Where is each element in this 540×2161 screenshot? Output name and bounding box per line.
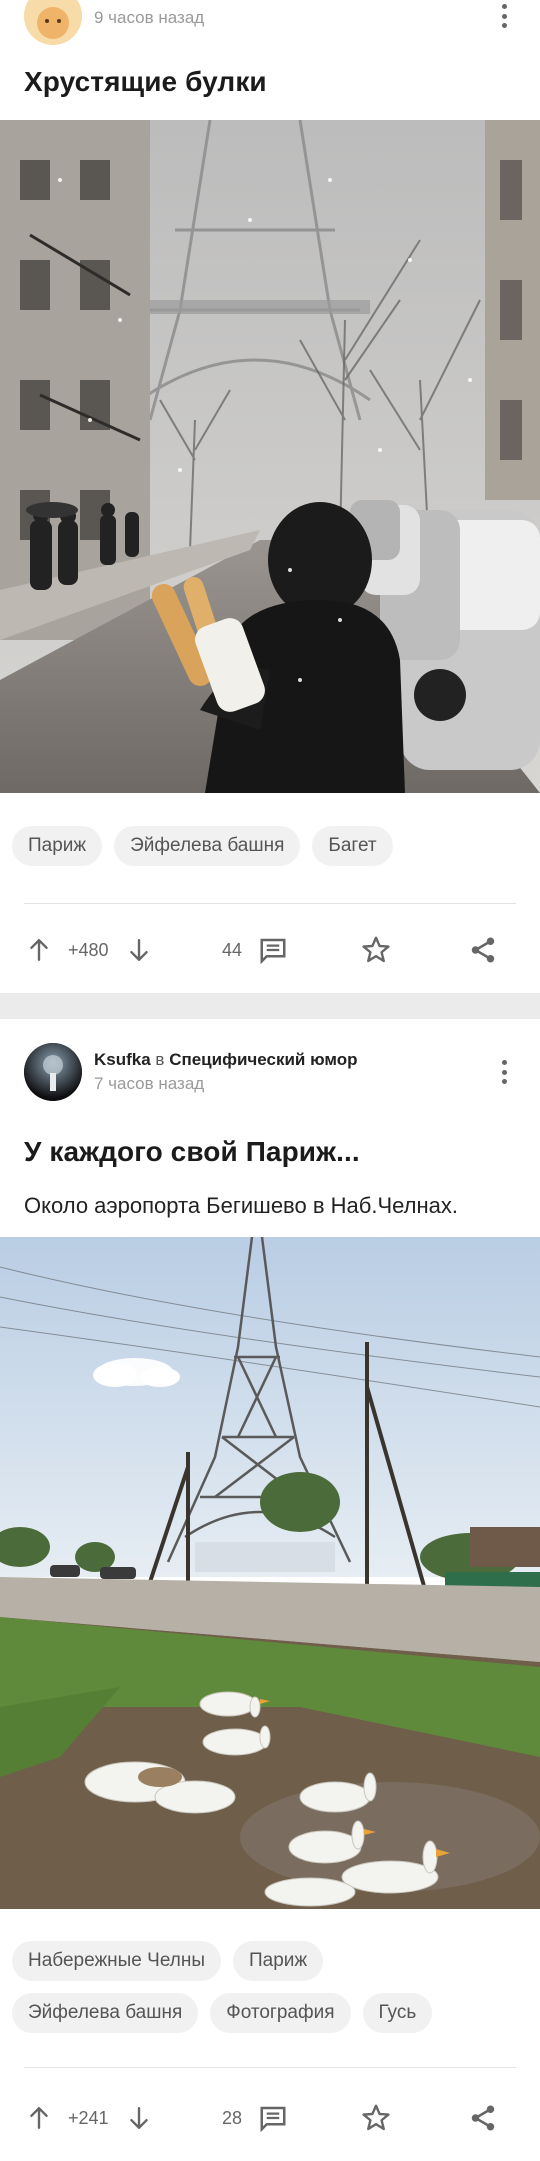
community-name[interactable]: Специфический юмор [169,1050,357,1069]
post-time: 7 часов назад [94,1074,205,1093]
post-image-tower-geese[interactable] [0,1237,540,1909]
post-time: 9 часов назад [94,8,205,27]
upvote-arrow-icon [30,939,48,961]
share-button[interactable] [468,2093,498,2143]
tag[interactable]: Эйфелева башня [114,826,301,866]
tag[interactable]: Фотография [210,1993,351,2033]
more-vert-icon[interactable] [494,2,514,30]
rating-value: +480 [68,939,109,960]
save-button[interactable] [360,2093,392,2143]
tag[interactable]: Париж [12,826,103,866]
divider [24,2067,516,2068]
more-vert-icon[interactable] [494,1058,514,1086]
downvote-button[interactable] [126,2093,152,2143]
downvote-arrow-icon [130,939,148,961]
author-line: Ksufka в Специфический юмор [94,1050,358,1070]
post-title[interactable]: У каждого свой Париж... [24,1136,520,1168]
post-title[interactable]: Хрустящие булки [24,66,520,98]
save-button[interactable] [360,925,392,975]
rating-value: +241 [68,2107,109,2128]
upvote-arrow-icon [30,2107,48,2129]
downvote-button[interactable] [126,925,152,975]
upvote-button[interactable] [26,925,52,975]
tag-list: Париж Эйфелева башня Багет [12,826,528,878]
post-card-1: 9 часов назад Хрустящие булки Париж Эйфе… [0,0,540,993]
tag[interactable]: Набережные Челны [12,1941,221,1981]
post-header: Ksufka в Специфический юмор 7 часов наза… [24,1043,522,1101]
post-card-2: Ksufka в Специфический юмор 7 часов наза… [0,1019,540,2161]
share-icon [471,2105,495,2131]
tag[interactable]: Эйфелева башня [12,1993,199,2033]
author-name[interactable]: Ksufka [94,1050,151,1069]
action-bar: +241 28 [0,2093,540,2143]
post-description: Около аэропорта Бегишево в Наб.Челнах. [24,1193,458,1218]
comments-button[interactable] [257,2093,289,2143]
comment-count[interactable]: 44 [222,925,242,975]
star-icon [362,2104,390,2131]
divider [24,903,516,904]
tag[interactable]: Гусь [362,1993,433,2033]
avatar[interactable] [24,1043,82,1101]
post-image-paris-snow[interactable] [0,120,540,793]
action-bar: +480 44 [0,925,540,975]
comments-button[interactable] [257,925,289,975]
share-button[interactable] [468,925,498,975]
comment-count[interactable]: 28 [222,2093,242,2143]
star-icon [362,936,390,963]
in-word: в [155,1050,165,1069]
post-header: 9 часов назад [24,0,522,45]
tag-list: Набережные Челны Париж Эйфелева башня Фо… [12,1941,528,2045]
share-icon [471,937,495,963]
upvote-button[interactable] [26,2093,52,2143]
comment-icon [260,938,286,965]
tag[interactable]: Багет [312,826,393,866]
avatar[interactable] [24,0,82,45]
comment-icon [260,2106,286,2133]
downvote-arrow-icon [130,2107,148,2129]
tag[interactable]: Париж [232,1941,324,1981]
